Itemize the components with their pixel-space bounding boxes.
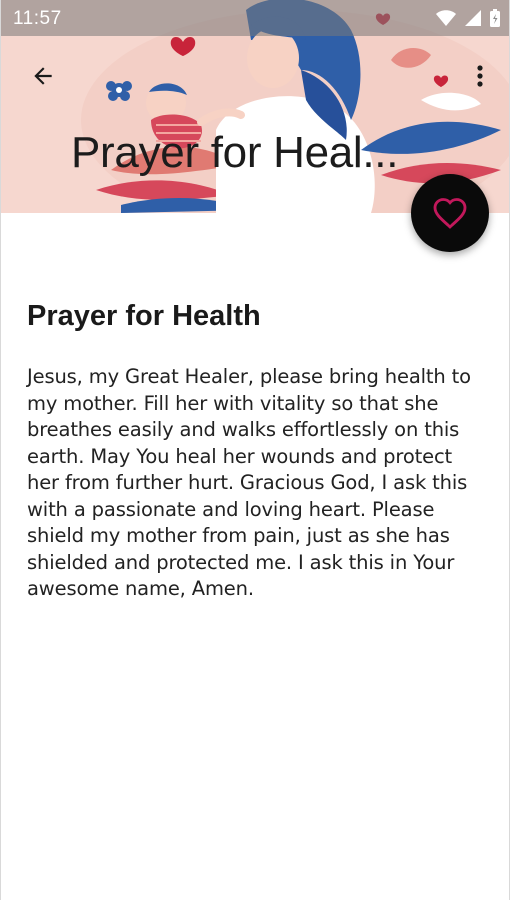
heart-outline-icon (433, 198, 467, 229)
wifi-icon (436, 10, 456, 26)
overflow-menu-button[interactable] (465, 58, 495, 94)
status-icons (435, 6, 501, 30)
more-vert-icon (477, 65, 483, 87)
battery-icon (490, 9, 500, 27)
back-button[interactable] (23, 56, 63, 96)
signal-icon (465, 10, 481, 26)
status-bar: 11:57 (1, 0, 509, 36)
toolbar-title: Prayer for Heal... (71, 128, 399, 177)
app-screen: 11:57 Prayer for Heal... Prayer for Heal… (0, 0, 510, 900)
favorite-button[interactable] (411, 174, 489, 252)
article-body: Jesus, my Great Healer, please bring hea… (27, 365, 471, 600)
article-title: Prayer for Health (27, 300, 261, 332)
article-content: Prayer for Health Jesus, my Great Healer… (27, 296, 487, 603)
arrow-left-icon (34, 67, 52, 85)
status-time: 11:57 (13, 8, 62, 29)
